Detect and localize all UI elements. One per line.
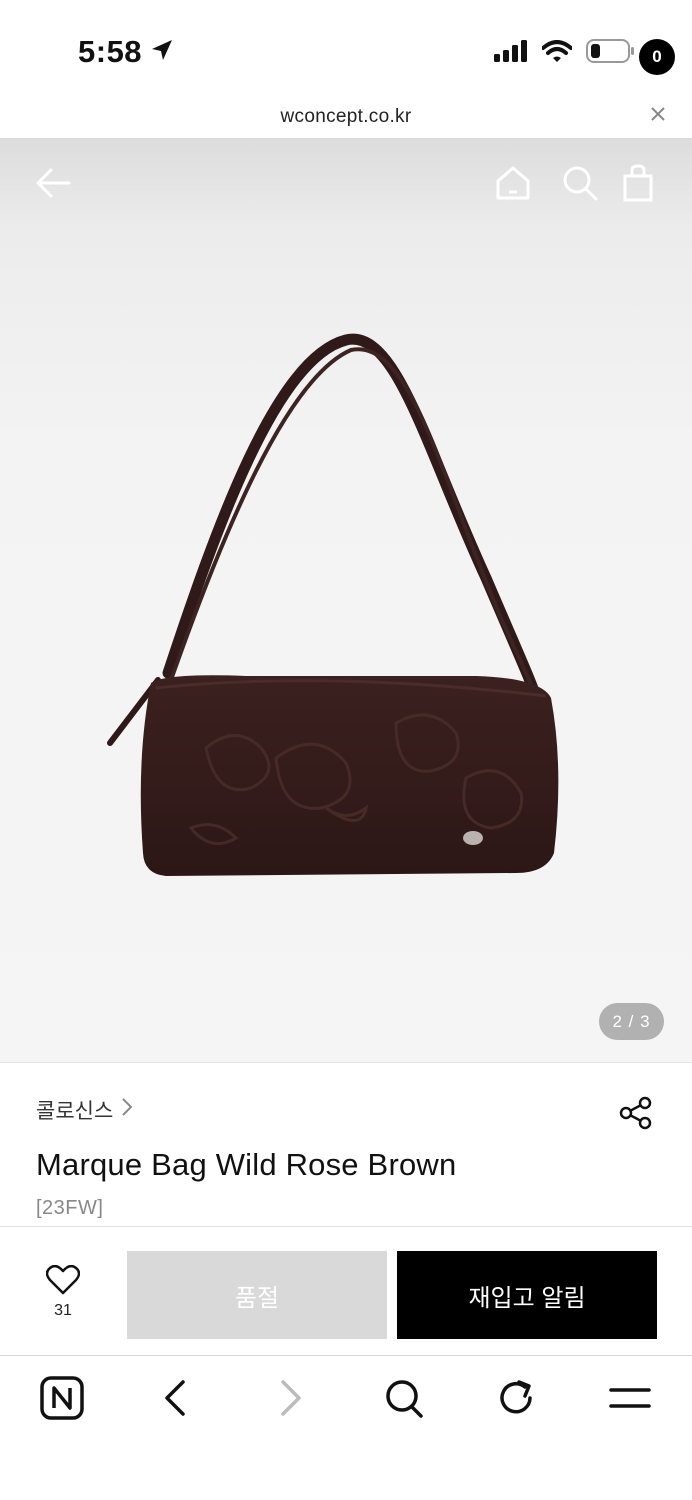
like-count: 31 <box>54 1302 72 1319</box>
gallery-pager: 2 / 3 <box>599 1003 664 1040</box>
brand-name[interactable]: 콜로신스 <box>36 1095 113 1125</box>
heart-icon[interactable] <box>45 1264 81 1299</box>
status-indicators <box>494 38 636 69</box>
location-arrow-icon <box>150 38 174 67</box>
status-time: 5:58 <box>78 34 143 69</box>
url-text[interactable]: wconcept.co.kr <box>0 106 692 128</box>
purchase-action-bar: 31 품절 재입고 알림 <box>0 1226 692 1356</box>
season-label: [23FW] <box>36 1197 104 1219</box>
signal-icon <box>494 40 528 67</box>
like-button[interactable]: 31 <box>34 1264 92 1320</box>
browser-back-icon[interactable] <box>162 1376 188 1425</box>
shopping-bag-icon[interactable] <box>622 164 654 207</box>
close-icon[interactable] <box>650 106 666 127</box>
search-icon[interactable] <box>561 164 599 207</box>
brand-link[interactable]: 콜로신스 <box>36 1095 133 1125</box>
product-title: Marque Bag Wild Rose Brown <box>36 1147 457 1182</box>
product-info: 콜로신스 Marque Bag Wild Rose Brown [23FW] <box>0 1062 692 1226</box>
product-image <box>107 333 559 876</box>
cart-count-badge[interactable]: 0 <box>639 39 675 75</box>
status-bar: 5:58 <box>0 0 692 100</box>
browser-forward-icon <box>278 1376 304 1425</box>
chevron-right-icon <box>121 1097 133 1123</box>
wifi-icon <box>541 40 573 67</box>
home-icon[interactable] <box>494 164 532 207</box>
battery-icon <box>586 38 636 69</box>
browser-toolbar <box>0 1356 692 1500</box>
restock-alert-button[interactable]: 재입고 알림 <box>397 1251 657 1339</box>
share-icon[interactable] <box>619 1096 653 1135</box>
browser-search-icon[interactable] <box>384 1376 424 1425</box>
refresh-icon[interactable] <box>497 1376 537 1425</box>
sold-out-button[interactable]: 품절 <box>127 1251 387 1339</box>
product-gallery[interactable]: 2 / 3 <box>0 138 692 1062</box>
browser-url-bar[interactable]: wconcept.co.kr <box>0 100 692 138</box>
menu-icon[interactable] <box>608 1376 652 1425</box>
back-arrow-icon[interactable] <box>34 164 72 207</box>
naver-logo-icon[interactable] <box>40 1376 84 1425</box>
